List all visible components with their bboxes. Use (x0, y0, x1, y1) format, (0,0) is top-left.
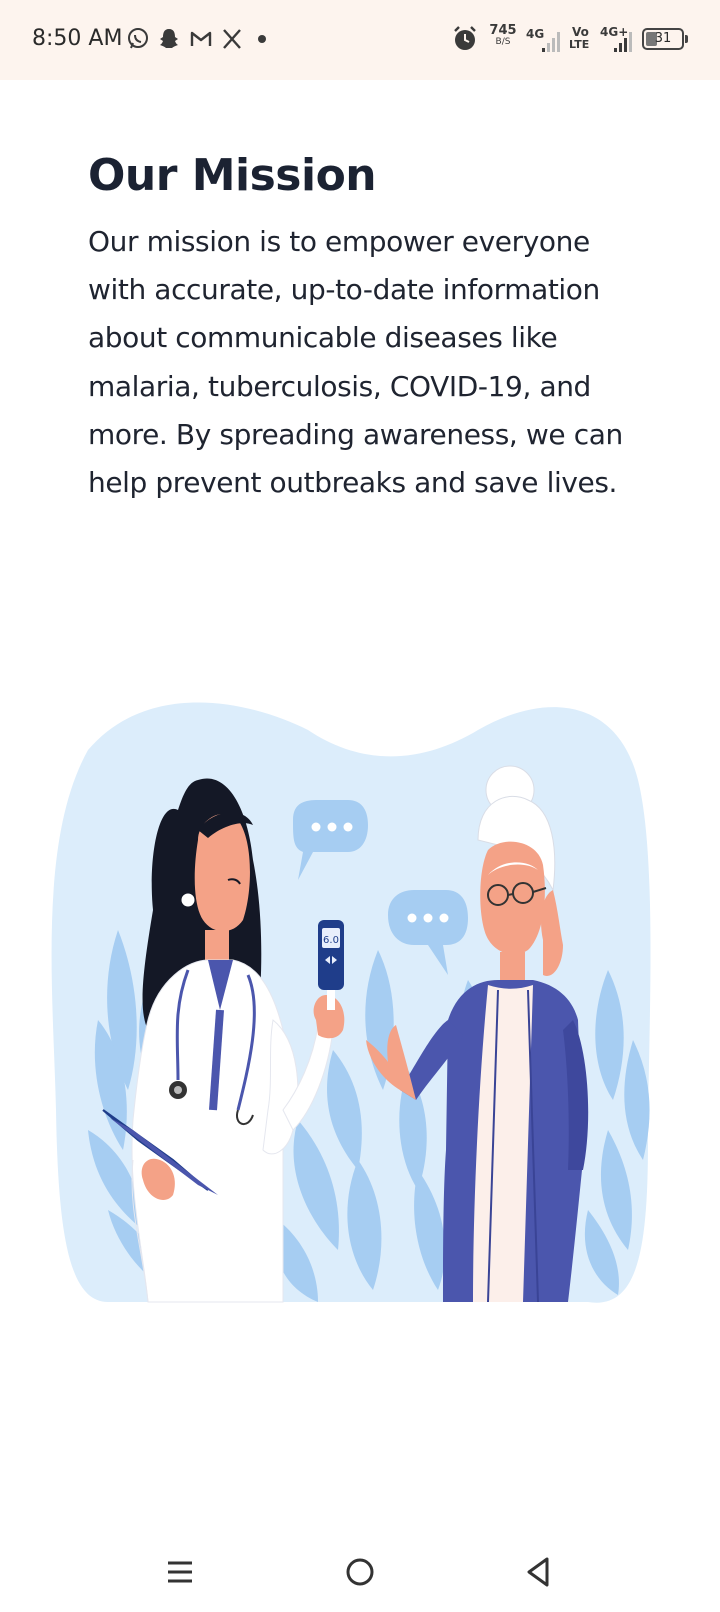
whatsapp-icon (128, 28, 148, 49)
menu-icon (168, 1561, 192, 1583)
x-icon (223, 29, 241, 49)
status-time: 8:50 AM (32, 26, 123, 51)
doctor-patient-illustration: 6.0 (51, 702, 651, 1303)
volte-label-top: Vo (572, 25, 589, 39)
gmail-icon (190, 31, 212, 46)
recent-apps-button[interactable] (150, 1550, 210, 1594)
alarm-icon (454, 26, 476, 50)
home-icon (346, 1558, 374, 1586)
dot-icon (258, 35, 266, 43)
glucometer-reading: 6.0 (323, 935, 339, 946)
network-speed-unit: B/S (495, 37, 511, 47)
status-bar: 8:50 AM 745 B/S 4G Vo LTE 4G+ 31 (0, 0, 720, 80)
battery-level: 31 (654, 31, 672, 46)
home-button[interactable] (330, 1550, 390, 1594)
snapchat-icon (160, 29, 178, 48)
mission-description: Our mission is to empower everyone with … (88, 225, 623, 500)
network-speed: 745 B/S (488, 24, 518, 47)
back-button[interactable] (508, 1550, 568, 1594)
network-speed-value: 745 (489, 23, 517, 38)
battery-icon: 31 (642, 28, 688, 50)
signal-strength-icon-1 (542, 32, 560, 52)
back-icon (527, 1557, 549, 1587)
page-title: Our Mission (88, 150, 377, 201)
volte-label-bottom: LTE (569, 38, 590, 51)
navigation-bar (0, 1530, 720, 1612)
signal-strength-icon-2 (614, 32, 632, 52)
